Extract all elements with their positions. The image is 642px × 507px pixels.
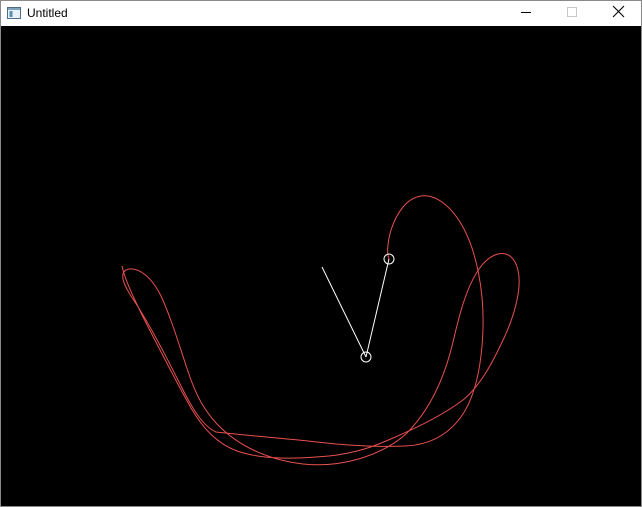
minimize-icon bbox=[520, 5, 532, 23]
drawing-canvas[interactable] bbox=[1, 26, 641, 506]
canvas-background bbox=[1, 26, 641, 506]
pendulum-scene bbox=[1, 26, 641, 506]
minimize-button[interactable] bbox=[503, 1, 549, 26]
maximize-button[interactable] bbox=[549, 1, 595, 26]
title-bar[interactable]: Untitled bbox=[1, 1, 641, 26]
app-window-icon bbox=[7, 6, 21, 20]
window-title: Untitled bbox=[27, 6, 68, 20]
close-icon bbox=[612, 5, 625, 23]
app-window: Untitled bbox=[0, 0, 642, 507]
maximize-icon bbox=[566, 5, 578, 23]
close-button[interactable] bbox=[595, 1, 641, 26]
